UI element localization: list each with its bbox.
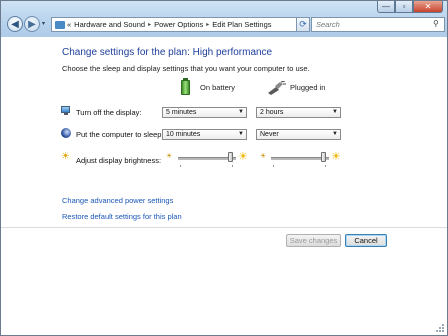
brightness-label: Adjust display brightness: (76, 156, 162, 165)
breadcrumb-separator-icon[interactable]: ▸ (206, 21, 209, 28)
address-prefix[interactable]: « (67, 20, 71, 29)
selected-value: 10 minutes (166, 131, 201, 138)
search-icon[interactable]: ⚲ (433, 19, 439, 28)
dim-brightness-icon: ☀ (260, 153, 267, 160)
close-button[interactable]: ✕ (413, 1, 443, 13)
brightness-plugged-slider[interactable] (271, 152, 329, 167)
search-input[interactable] (311, 17, 445, 32)
brightness-battery-slider[interactable] (178, 152, 236, 167)
back-button[interactable]: ◀ (7, 16, 23, 32)
cancel-button[interactable]: Cancel (345, 234, 387, 247)
sleep-moon-icon (61, 128, 71, 138)
control-panel-icon (55, 20, 65, 29)
chevron-down-icon: ▼ (238, 109, 244, 115)
plugged-in-header: Plugged in (290, 83, 326, 92)
dim-brightness-icon: ☀ (166, 153, 173, 160)
control-panel-window: — ▫ ✕ ◀ ▶ ▾ « Hardware and Sound ▸ Power… (0, 0, 448, 336)
maximize-button[interactable]: ▫ (395, 1, 413, 13)
divider (1, 227, 447, 228)
display-timeout-plugged-select[interactable]: 2 hours ▼ (256, 107, 341, 118)
selected-value: Never (260, 131, 279, 138)
title-address-bar: — ▫ ✕ ◀ ▶ ▾ « Hardware and Sound ▸ Power… (1, 1, 447, 37)
selected-value: 2 hours (260, 109, 284, 116)
sleep-timeout-battery-select[interactable]: 10 minutes ▼ (162, 129, 247, 140)
display-timeout-battery-select[interactable]: 5 minutes ▼ (162, 107, 247, 118)
breadcrumb-power-options[interactable]: Power Options (154, 20, 203, 29)
sleep-timeout-plugged-select[interactable]: Never ▼ (256, 129, 341, 140)
window-controls: — ▫ ✕ (377, 1, 443, 13)
slider-thumb[interactable] (321, 152, 326, 162)
breadcrumb-edit-plan-settings[interactable]: Edit Plan Settings (212, 20, 271, 29)
display-timeout-label: Turn off the display: (76, 108, 142, 117)
breadcrumb-hardware-and-sound[interactable]: Hardware and Sound (74, 20, 145, 29)
restore-defaults-link[interactable]: Restore default settings for this plan (62, 212, 182, 221)
forward-button[interactable]: ▶ (24, 16, 40, 32)
slider-tick (180, 165, 181, 167)
chevron-down-icon: ▼ (332, 131, 338, 137)
bright-brightness-icon: ☀ (238, 151, 248, 163)
slider-tick (232, 165, 233, 167)
brightness-sun-icon: ☀ (61, 151, 70, 162)
monitor-icon (61, 106, 71, 116)
minimize-button[interactable]: — (377, 1, 395, 13)
page-description: Choose the sleep and display settings th… (62, 64, 310, 73)
refresh-button[interactable]: ⟳ (296, 17, 310, 32)
on-battery-header: On battery (200, 83, 236, 92)
recent-pages-dropdown[interactable]: ▾ (42, 20, 45, 27)
page-title: Change settings for the plan: High perfo… (62, 47, 273, 58)
bright-brightness-icon: ☀ (331, 151, 341, 163)
address-bar[interactable]: « Hardware and Sound ▸ Power Options ▸ E… (51, 17, 305, 32)
battery-icon (181, 78, 190, 95)
selected-value: 5 minutes (166, 109, 197, 116)
chevron-down-icon: ▼ (332, 109, 338, 115)
slider-tick (325, 165, 326, 167)
sleep-timeout-label: Put the computer to sleep: (76, 130, 164, 139)
power-plug-icon (268, 81, 286, 95)
save-changes-button[interactable]: Save changes (286, 234, 341, 247)
slider-tick (273, 165, 274, 167)
advanced-settings-link[interactable]: Change advanced power settings (62, 196, 173, 205)
breadcrumb-separator-icon[interactable]: ▸ (148, 21, 151, 28)
slider-thumb[interactable] (228, 152, 233, 162)
chevron-down-icon: ▼ (238, 131, 244, 137)
resize-grip-icon[interactable] (436, 324, 444, 332)
